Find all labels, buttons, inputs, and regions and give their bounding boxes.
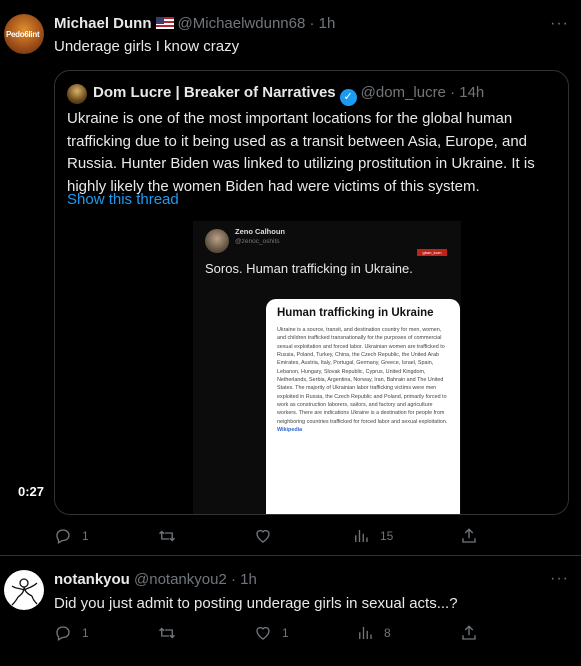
retweet-icon [159,530,175,542]
author-handle[interactable]: @notankyou2 · 1h [134,571,257,588]
card-body: Ukraine is a source, transit, and destin… [277,326,451,434]
retweet-button[interactable] [158,527,186,545]
tweet-text: Did you just admit to posting underage g… [54,595,458,612]
like-button[interactable]: 1 [254,624,289,642]
views-icon [355,530,368,542]
tweet-text: Underage girls I know crazy [54,38,240,55]
reply-icon [56,626,70,641]
more-icon[interactable]: ··· [550,15,569,33]
video-inner-text: Soros. Human trafficking in Ukraine. [205,261,413,276]
card-title: Human trafficking in Ukraine [277,307,434,319]
card-body-text: Ukraine is a source, transit, and destin… [277,327,448,425]
avatar[interactable] [4,570,44,610]
views-count: 15 [380,529,394,543]
share-button[interactable] [460,624,478,642]
like-count: 1 [282,626,289,640]
quote-author-handle[interactable]: @dom_lucre · 14h [361,84,485,101]
like-icon [256,529,270,543]
quoted-tweet[interactable]: Dom Lucre | Breaker of Narratives ✓ @dom_l… [54,70,569,515]
reply-count: 1 [82,529,89,543]
author-name[interactable]: Michael Dunn [54,15,152,32]
reply-count: 1 [82,626,89,640]
video-duration: 0:27 [18,484,45,499]
reply-button[interactable]: 1 [54,624,89,642]
like-button[interactable] [254,527,282,545]
more-icon[interactable]: ··· [550,570,569,588]
avatar-text: Pedo6lint [6,30,40,39]
avatar-figure-icon [11,578,38,606]
tweet-header: Michael Dunn @Michaelwdunn68 · 1h [54,15,335,32]
quote-avatar[interactable] [67,84,87,104]
quote-text: Ukraine is one of the most important loc… [67,110,535,195]
share-icon [462,625,476,640]
video-inner-avatar [205,229,229,253]
avatar[interactable]: Pedo6lint [4,14,44,54]
card-source: Wikipedia [277,427,303,434]
video-inner-tag: gban_korn [417,249,447,256]
like-icon [256,626,270,640]
action-bar: 1 1 8 [54,624,484,644]
show-thread-link[interactable]: Show this thread [67,191,179,208]
verified-badge-icon: ✓ [339,89,357,106]
tweet[interactable]: Pedo6lint Michael Dunn @Michaelwdunn68 · … [0,0,581,556]
reply-icon [56,529,70,544]
views-count: 8 [384,626,391,640]
video-inner-card: Human trafficking in Ukraine Ukraine is … [266,299,460,514]
author-name[interactable]: notankyou [54,571,130,588]
author-handle[interactable]: @Michaelwdunn68 · 1h [178,15,336,32]
tweet-header: notankyou @notankyou2 · 1h [54,571,257,588]
views-icon [359,627,372,639]
views-button[interactable]: 8 [356,624,391,642]
video-inner-handle: @zenoc_oshits [235,238,280,245]
flag-us-icon [155,17,174,29]
video-frame: Zeno Calhoun @zenoc_oshits gban_korn Sor… [193,221,461,514]
views-button[interactable]: 15 [352,527,393,545]
retweet-button[interactable] [158,624,186,642]
quote-header: Dom Lucre | Breaker of Narratives ✓ @dom_l… [93,84,484,106]
video-player[interactable]: Zeno Calhoun @zenoc_oshits gban_korn Sor… [55,221,568,514]
action-bar: 1 15 [54,527,484,547]
quote-author-name[interactable]: Dom Lucre | Breaker of Narratives [93,84,336,101]
share-button[interactable] [460,527,478,545]
retweet-icon [159,627,175,639]
video-inner-name: Zeno Calhoun [235,227,285,236]
reply-button[interactable]: 1 [54,527,89,545]
share-icon [462,528,476,543]
